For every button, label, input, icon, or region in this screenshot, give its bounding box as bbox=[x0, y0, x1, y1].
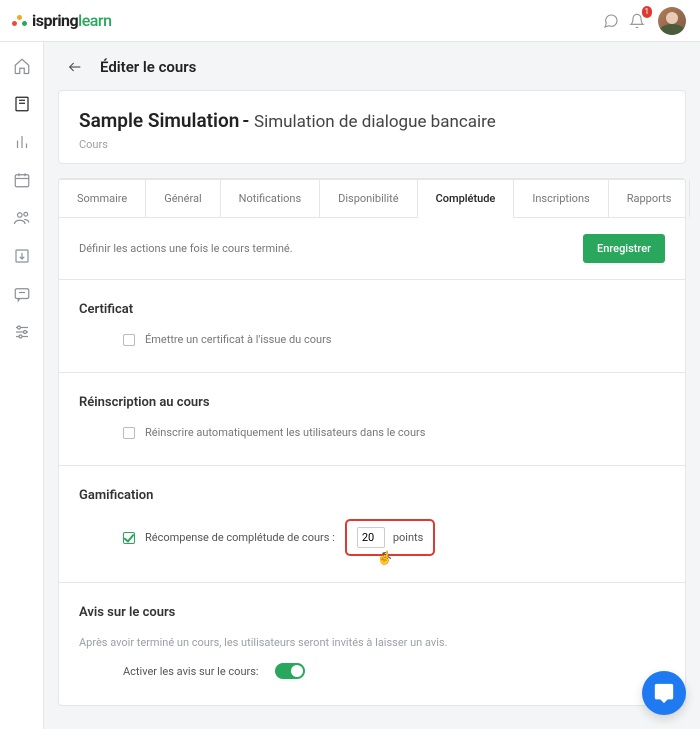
completion-hint: Définir les actions une fois le cours te… bbox=[79, 242, 293, 255]
reenroll-checkbox[interactable] bbox=[123, 427, 135, 439]
chat-fab[interactable] bbox=[642, 671, 686, 715]
reviews-toggle[interactable] bbox=[275, 663, 305, 679]
breadcrumb[interactable]: Cours bbox=[79, 138, 665, 151]
notification-icon[interactable]: 1 bbox=[624, 8, 650, 34]
reviews-hint: Après avoir terminé un cours, les utilis… bbox=[79, 636, 665, 649]
save-button[interactable]: Enregistrer bbox=[583, 234, 665, 263]
sidebar-courses-icon[interactable] bbox=[12, 94, 32, 114]
comment-icon[interactable] bbox=[598, 8, 624, 34]
tab-reports[interactable]: Rapports bbox=[609, 180, 691, 217]
tabs: Sommaire Général Notifications Disponibi… bbox=[59, 179, 685, 218]
logo-mark bbox=[12, 13, 28, 29]
brand-name-light: learn bbox=[78, 11, 111, 30]
main-content: Éditer le cours Sample Simulation - Simu… bbox=[44, 42, 700, 729]
avatar[interactable] bbox=[658, 7, 686, 35]
certificate-checkbox[interactable] bbox=[123, 334, 135, 346]
cursor-pointer-icon: ☝️ bbox=[377, 551, 393, 566]
sidebar bbox=[0, 42, 44, 729]
points-unit: points bbox=[393, 531, 423, 544]
course-subtitle: Simulation de dialogue bancaire bbox=[254, 112, 496, 132]
page-title: Éditer le cours bbox=[100, 58, 196, 76]
settings-card: Sommaire Général Notifications Disponibi… bbox=[58, 178, 686, 706]
tab-notifications[interactable]: Notifications bbox=[221, 180, 321, 217]
certificate-heading: Certificat bbox=[79, 302, 665, 317]
certificate-checkbox-label: Émettre un certificat à l'issue du cours bbox=[145, 333, 331, 346]
sidebar-home-icon[interactable] bbox=[12, 56, 32, 76]
reenroll-section: Réinscription au cours Réinscrire automa… bbox=[59, 373, 685, 466]
course-title: Sample Simulation bbox=[79, 109, 239, 132]
reviews-heading: Avis sur le cours bbox=[79, 605, 665, 620]
sidebar-archive-icon[interactable] bbox=[12, 246, 32, 266]
reenroll-checkbox-label: Réinscrire automatiquement les utilisate… bbox=[145, 426, 425, 439]
reviews-toggle-label: Activer les avis sur le cours: bbox=[123, 665, 259, 678]
sidebar-reports-icon[interactable] bbox=[12, 132, 32, 152]
title-card: Sample Simulation - Simulation de dialog… bbox=[58, 90, 686, 164]
sidebar-settings-icon[interactable] bbox=[12, 322, 32, 342]
brand-name-bold: ispring bbox=[32, 11, 78, 30]
tab-reviews[interactable]: Avis bbox=[690, 180, 700, 217]
topbar: ispringlearn 1 bbox=[0, 0, 700, 42]
reenroll-heading: Réinscription au cours bbox=[79, 395, 665, 410]
sidebar-users-icon[interactable] bbox=[12, 208, 32, 228]
sidebar-calendar-icon[interactable] bbox=[12, 170, 32, 190]
brand-logo[interactable]: ispringlearn bbox=[12, 11, 112, 30]
gamification-heading: Gamification bbox=[79, 488, 665, 503]
page-header: Éditer le cours bbox=[44, 42, 700, 90]
tab-summary[interactable]: Sommaire bbox=[59, 180, 146, 217]
points-highlight: points ↖︎ ☝️ bbox=[345, 519, 435, 556]
actions-row: Définir les actions une fois le cours te… bbox=[59, 218, 685, 280]
points-input[interactable] bbox=[357, 527, 385, 548]
gamification-checkbox-label: Récompense de complétude de cours : bbox=[145, 531, 335, 544]
gamification-section: Gamification Récompense de complétude de… bbox=[59, 466, 685, 583]
notification-badge: 1 bbox=[642, 6, 653, 18]
sidebar-messages-icon[interactable] bbox=[12, 284, 32, 304]
back-button[interactable] bbox=[64, 56, 86, 78]
certificate-section: Certificat Émettre un certificat à l'iss… bbox=[59, 280, 685, 373]
tab-completion[interactable]: Complétude bbox=[418, 180, 515, 217]
tab-availability[interactable]: Disponibilité bbox=[320, 180, 417, 217]
tab-enrollments[interactable]: Inscriptions bbox=[514, 180, 608, 217]
tab-general[interactable]: Général bbox=[146, 180, 220, 217]
gamification-checkbox[interactable] bbox=[123, 532, 135, 544]
reviews-section: Avis sur le cours Après avoir terminé un… bbox=[59, 583, 685, 705]
